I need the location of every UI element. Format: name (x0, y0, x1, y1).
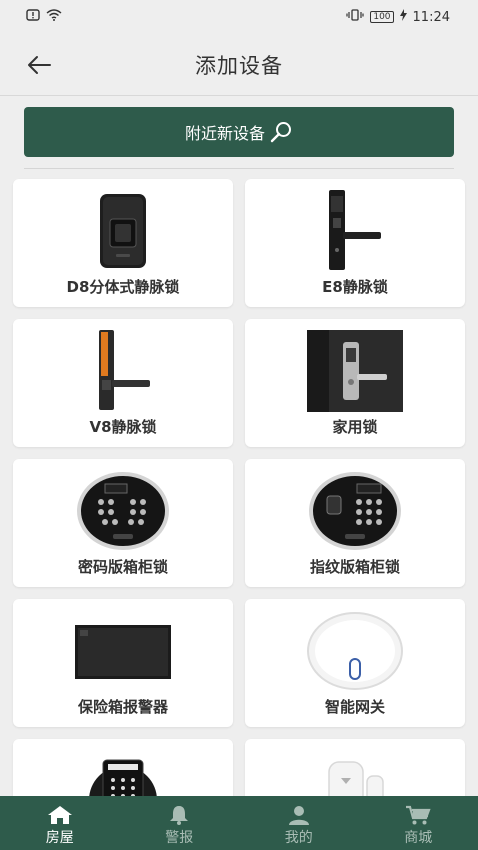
bell-icon (170, 806, 189, 825)
nav-label: 商城 (404, 830, 433, 846)
cart-icon (406, 805, 431, 825)
device-label: V8静脉锁 (89, 418, 157, 436)
vibrate-icon (346, 9, 364, 25)
nav-label: 房屋 (45, 830, 74, 846)
nearby-devices-button[interactable]: 附近新设备 (24, 107, 454, 157)
nav-item-mine[interactable]: 我的 (239, 796, 359, 850)
divider (24, 168, 454, 169)
status-left (26, 9, 62, 25)
header: 添加设备 (0, 34, 478, 96)
device-label: 保险箱报警器 (77, 698, 168, 716)
device-label: 智能网关 (324, 698, 385, 716)
device-card-smart-gateway[interactable]: 智能网关 (245, 599, 465, 727)
nav-item-shop[interactable]: 商城 (359, 796, 478, 850)
wifi-icon (46, 9, 62, 25)
nav-item-home[interactable]: 房屋 (0, 796, 120, 850)
handle-vein-lock-orange-icon (13, 325, 233, 417)
battery-indicator: 100 (370, 11, 394, 23)
status-bar: 100 11:24 (0, 0, 478, 34)
nearby-devices-label: 附近新设备 (184, 124, 265, 143)
status-time: 11:24 (412, 9, 450, 25)
fingerprint-safe-lock-icon (245, 465, 465, 557)
home-icon (47, 806, 72, 824)
notification-icon (26, 9, 40, 25)
bottom-nav: 房屋 警报 我的 商城 (0, 796, 478, 850)
device-label: D8分体式静脉锁 (66, 278, 180, 296)
nav-label: 警报 (165, 830, 194, 846)
nav-item-alarm[interactable]: 警报 (120, 796, 240, 850)
back-button[interactable] (22, 48, 56, 82)
charging-icon (399, 9, 407, 25)
arrow-left-icon (28, 56, 51, 74)
device-label: 家用锁 (332, 418, 378, 436)
smart-gateway-icon (245, 605, 465, 697)
keypad-safe-lock-icon (13, 465, 233, 557)
nav-label: 我的 (284, 830, 313, 846)
device-label: E8静脉锁 (322, 278, 388, 296)
device-label: 密码版箱柜锁 (77, 558, 168, 576)
device-card-keypad-safe-lock[interactable]: 密码版箱柜锁 (13, 459, 233, 587)
device-card-d8[interactable]: D8分体式静脉锁 (13, 179, 233, 307)
home-door-lock-icon (245, 325, 465, 417)
page-title: 添加设备 (195, 53, 283, 78)
device-card-v8[interactable]: V8静脉锁 (13, 319, 233, 447)
status-right: 100 11:24 (346, 9, 450, 25)
handle-vein-lock-icon (245, 185, 465, 277)
device-card-fingerprint-safe-lock[interactable]: 指纹版箱柜锁 (245, 459, 465, 587)
safe-alarm-icon (13, 605, 233, 697)
search-icon (270, 122, 291, 143)
person-icon (288, 806, 309, 825)
device-card-safe-alarm[interactable]: 保险箱报警器 (13, 599, 233, 727)
device-card-e8[interactable]: E8静脉锁 (245, 179, 465, 307)
split-vein-lock-icon (13, 185, 233, 277)
device-card-home-lock[interactable]: 家用锁 (245, 319, 465, 447)
device-label: 指纹版箱柜锁 (309, 558, 400, 576)
